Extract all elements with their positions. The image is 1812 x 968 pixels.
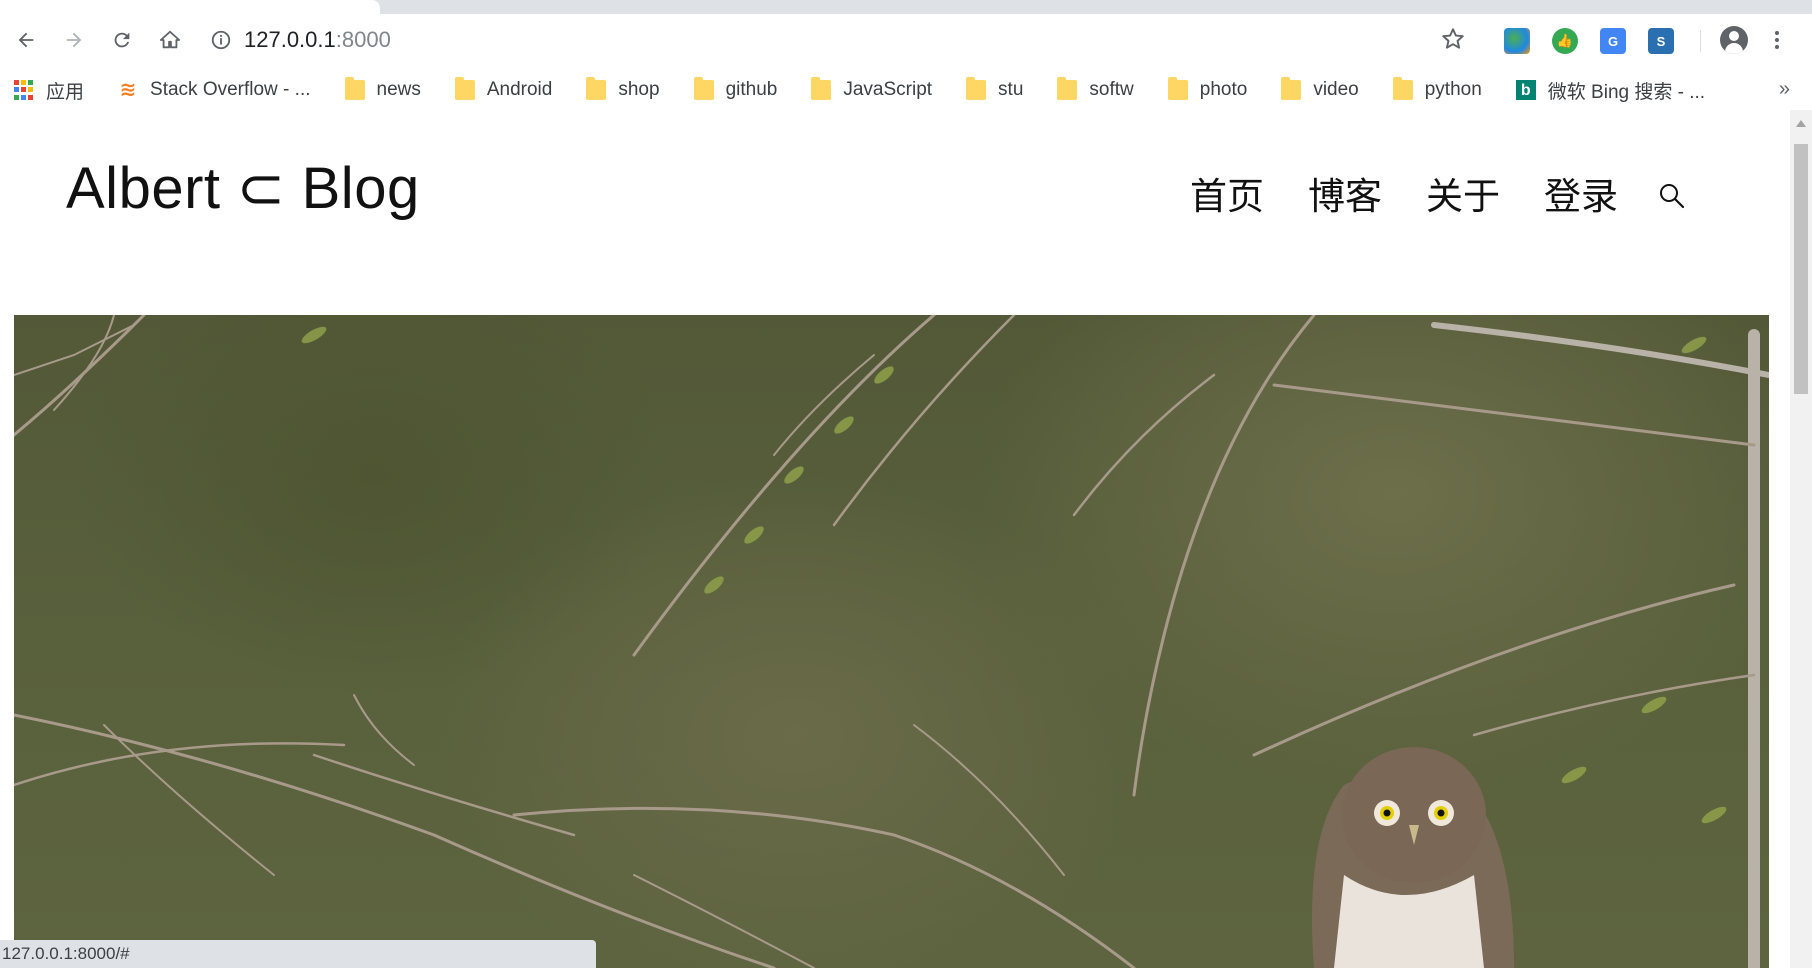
owl-figure [1312, 747, 1514, 968]
scrollbar-thumb[interactable] [1794, 144, 1808, 394]
bookmark-folder-stu[interactable]: stu [966, 77, 1024, 101]
bookmark-label: JavaScript [843, 79, 933, 100]
arrow-right-icon [66, 32, 82, 48]
stackoverflow-icon: ≋ [119, 79, 137, 101]
bookmark-stackoverflow[interactable]: ≋ Stack Overflow - ... [118, 79, 311, 101]
bookmark-label: stu [998, 79, 1024, 100]
bookmarks-overflow-button[interactable]: » [1779, 78, 1790, 101]
active-tab[interactable] [0, 0, 380, 14]
bookmark-folder-github[interactable]: github [693, 77, 778, 101]
bookmark-label: softw [1089, 79, 1134, 100]
home-button[interactable] [156, 26, 184, 54]
profile-avatar-icon[interactable] [1720, 26, 1748, 54]
bookmark-apps[interactable]: 应用 [14, 77, 84, 104]
back-button[interactable] [12, 26, 40, 54]
folder-icon [344, 77, 365, 100]
nav-home[interactable]: 首页 [1190, 166, 1264, 220]
apps-icon [14, 80, 34, 100]
url-port: :8000 [335, 27, 391, 52]
bookmarks-bar: 应用 ≋ Stack Overflow - ... news Android s… [0, 70, 1812, 110]
main-nav: 首页 博客 关于 登录 [1190, 166, 1686, 220]
menu-kebab-icon[interactable] [1766, 26, 1788, 54]
extension-s-icon[interactable]: S [1648, 28, 1674, 54]
tab-strip [0, 0, 1812, 14]
bookmark-label: shop [618, 79, 660, 100]
nav-blog[interactable]: 博客 [1308, 166, 1382, 220]
bookmark-label: 应用 [46, 81, 85, 103]
bookmark-folder-shop[interactable]: shop [586, 77, 660, 101]
folder-icon [454, 77, 475, 100]
bookmark-label: news [376, 79, 421, 100]
scroll-up-arrow-icon[interactable] [1796, 120, 1806, 127]
bing-icon: b [1515, 80, 1536, 100]
bookmark-label: python [1424, 79, 1482, 100]
folder-icon [1392, 77, 1413, 100]
bookmark-folder-softw[interactable]: softw [1057, 77, 1134, 101]
folder-icon [1057, 77, 1078, 100]
nav-login[interactable]: 登录 [1544, 166, 1618, 220]
extension-translate-icon[interactable]: G [1600, 28, 1626, 54]
bookmark-label: Android [486, 79, 553, 100]
bookmark-folder-photo[interactable]: photo [1167, 77, 1248, 101]
page-scrollbar[interactable] [1790, 110, 1812, 968]
browser-toolbar: 127.0.0.1:8000 👍 G S [0, 14, 1812, 70]
bookmark-folder-python[interactable]: python [1392, 77, 1482, 101]
extension-globe-icon[interactable] [1504, 28, 1530, 54]
bookmark-label: github [725, 79, 778, 100]
logo-text-primary: Albert [66, 156, 221, 221]
arrow-left-icon [18, 32, 34, 48]
folder-icon [1281, 77, 1302, 100]
reload-icon [114, 32, 130, 48]
link-status-bar: 127.0.0.1:8000/# [0, 940, 596, 968]
folder-icon [1167, 77, 1188, 100]
owl-branches-illustration [14, 315, 1769, 968]
bookmark-bing[interactable]: b 微软 Bing 搜索 - ... [1515, 77, 1706, 104]
bookmark-star-icon[interactable] [1440, 26, 1466, 52]
search-icon[interactable] [1658, 182, 1686, 210]
reload-button[interactable] [108, 26, 136, 54]
forward-button[interactable] [60, 26, 88, 54]
nav-about[interactable]: 关于 [1426, 166, 1500, 220]
page-content: Albert ⊂ Blog 首页 博客 关于 登录 [0, 110, 1790, 968]
folder-icon [693, 77, 714, 100]
toolbar-separator [1700, 30, 1701, 52]
bookmark-label: Stack Overflow - ... [150, 79, 311, 100]
hero-image [14, 315, 1769, 968]
site-logo[interactable]: Albert ⊂ Blog [66, 154, 420, 222]
bookmark-folder-javascript[interactable]: JavaScript [811, 77, 933, 101]
bookmark-folder-android[interactable]: Android [454, 77, 553, 101]
address-bar[interactable]: 127.0.0.1:8000 [210, 22, 1460, 58]
folder-icon [966, 77, 987, 100]
bookmark-folder-video[interactable]: video [1281, 77, 1359, 101]
info-icon[interactable] [210, 29, 232, 51]
logo-subset-symbol: ⊂ [236, 156, 286, 221]
bookmark-folder-news[interactable]: news [344, 77, 421, 101]
folder-icon [586, 77, 607, 100]
bookmark-label: photo [1199, 79, 1248, 100]
url-host: 127.0.0.1 [244, 27, 336, 52]
folder-icon [811, 77, 832, 100]
bookmark-label: 微软 Bing 搜索 - ... [1547, 81, 1706, 103]
bookmark-label: video [1313, 79, 1359, 100]
home-icon [159, 30, 181, 49]
extension-thumbs-up-icon[interactable]: 👍 [1552, 28, 1578, 54]
logo-text-secondary: Blog [301, 156, 420, 221]
